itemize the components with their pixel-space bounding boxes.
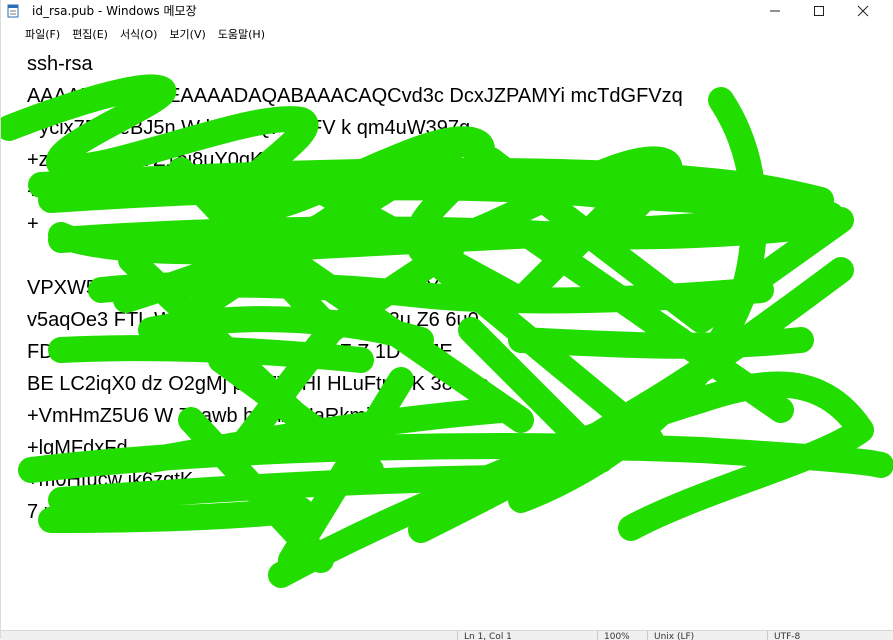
menu-bar: 파일(F) 편집(E) 서식(O) 보기(V) 도움말(H) <box>1 24 893 46</box>
notepad-app-icon <box>7 4 19 18</box>
window-title: id_rsa.pub - Windows 메모장 <box>32 4 197 18</box>
text-line: BE LC2iqX0 dz O2gMj pnvZV4HI HLuFtrZ7K 3… <box>27 373 490 395</box>
menu-format[interactable]: 서식(O) <box>114 25 163 45</box>
text-line: AAAAB3N 1yc2EAAAADAQABAAACAQCvd3c DcxJZP… <box>27 85 683 107</box>
text-line: +lgMFdxFd <box>27 437 128 459</box>
text-line: FD5R KNDhX SU2 88uACN Fut3mF Z 1D 3ZJE <box>27 341 453 363</box>
text-line: +z4t A uTa/ d7Z1oi8uY0qK <box>27 149 264 171</box>
text-line: +m0Hfucw jk6zgtK <box>27 469 194 491</box>
maximize-button[interactable] <box>797 0 841 22</box>
text-line: +VmHmZ5U6 W 71awb h7+lZ UaRkmjQrzQ NN53F… <box>27 405 502 427</box>
notepad-window: id_rsa.pub - Windows 메모장 파일(F) 편집(E) 서식(… <box>0 0 893 640</box>
close-icon <box>857 5 869 17</box>
text-line: + <box>27 213 39 235</box>
menu-view[interactable]: 보기(V) <box>163 25 211 45</box>
menu-file[interactable]: 파일(F) <box>19 25 66 45</box>
text-line: v5aqOe3 FTL Wb9 nboNQbF 9lDZ34eR 2u Z6 6… <box>27 309 479 331</box>
close-button[interactable] <box>841 0 885 22</box>
menu-edit[interactable]: 편집(E) <box>66 25 114 45</box>
title-bar[interactable]: id_rsa.pub - Windows 메모장 <box>1 0 893 22</box>
minimize-button[interactable] <box>753 0 797 22</box>
text-line: ssh-rsa <box>27 53 93 75</box>
text-line: +Gl Vbgc X a0Hzk dfbj <box>27 181 229 203</box>
menu-help[interactable]: 도움말(H) <box>212 25 271 45</box>
text-editor-area[interactable]: ssh-rsa AAAAB3N 1yc2EAAAADAQABAAACAQCvd3… <box>5 47 891 630</box>
text-line: VPXW547O Z61 SvXCV UvrPKw G9EA7onqY s <box>27 277 455 299</box>
maximize-icon <box>814 6 824 16</box>
minimize-icon <box>770 10 780 12</box>
text-line: Fycix7P kIeBJ5n W kHNuQPLDFV k qm4uW397g <box>27 117 471 139</box>
text-line: 7 pent @gmail.com <box>27 501 200 523</box>
